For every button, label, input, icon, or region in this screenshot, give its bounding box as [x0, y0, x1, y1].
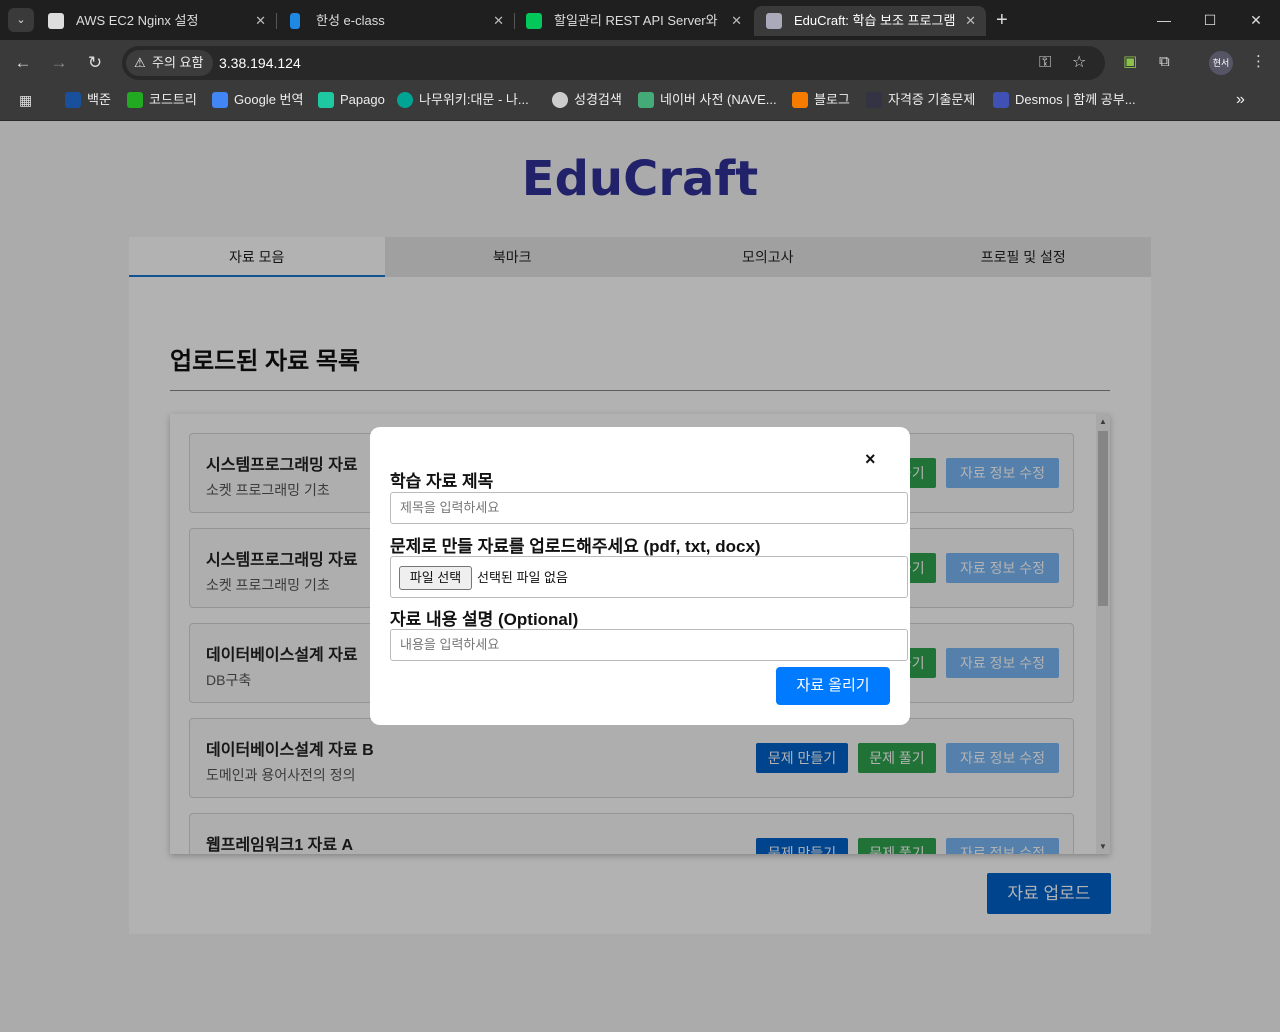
bookmarks-overflow-icon[interactable]: » — [1236, 86, 1245, 114]
naver-blog-favicon-icon — [526, 13, 542, 29]
bookmark-item[interactable]: Google 번역 — [212, 86, 303, 114]
security-warning-chip[interactable]: ⚠ 주의 요함 — [126, 50, 214, 76]
title-input[interactable]: 제목을 입력하세요 — [390, 492, 908, 524]
tab-title: AWS EC2 Nginx 설정 — [76, 13, 199, 28]
reload-icon[interactable]: ↻ — [83, 52, 107, 74]
maximize-icon[interactable]: ☐ — [1195, 8, 1225, 32]
tab-title: 할일관리 REST API Server와 Cl — [554, 13, 722, 28]
close-modal-icon[interactable]: × — [865, 449, 876, 470]
tab-search-chevron-icon[interactable]: ⌄ — [8, 8, 34, 32]
namuwiki-icon — [397, 92, 413, 108]
tab-title: 한성 e-class — [316, 13, 385, 28]
browser-tab-active[interactable]: EduCraft: 학습 보조 프로그램 ✕ — [754, 6, 986, 36]
new-tab-plus-icon[interactable]: + — [996, 8, 1008, 32]
menu-kebab-icon[interactable]: ⋮ — [1251, 52, 1266, 72]
upload-modal: × 학습 자료 제목 제목을 입력하세요 문제로 만들 자료를 업로드해주세요 … — [370, 427, 910, 725]
browser-tab[interactable]: 한성 e-class ✕ — [276, 6, 514, 36]
bookmark-item[interactable]: Papago — [318, 86, 385, 114]
submit-upload-button[interactable]: 자료 올리기 — [776, 667, 890, 705]
bookmark-item[interactable]: 성경검색 — [552, 86, 622, 114]
bookmark-item[interactable]: 네이버 사전 (NAVE... — [638, 86, 777, 114]
apps-grid-icon[interactable]: ▦ — [19, 92, 32, 109]
bookmark-star-icon[interactable]: ☆ — [1072, 53, 1086, 73]
bookmarks-bar: 백준 코드트리 Google 번역 Papago 나무위키:대문 - 나... … — [0, 86, 1280, 121]
codetree-icon — [127, 92, 143, 108]
file-status: 선택된 파일 없음 — [477, 570, 568, 585]
profile-avatar[interactable]: 현서 — [1209, 51, 1233, 75]
baekjoon-icon — [65, 92, 81, 108]
extensions-puzzle-icon[interactable]: ⧉ — [1159, 52, 1170, 72]
close-tab-icon[interactable]: ✕ — [731, 6, 742, 36]
back-arrow-icon[interactable]: ← — [11, 52, 35, 74]
browser-tab[interactable]: 할일관리 REST API Server와 Cl ✕ — [514, 6, 752, 36]
browser-tab[interactable]: AWS EC2 Nginx 설정 ✕ — [36, 6, 276, 36]
choose-file-button[interactable]: 파일 선택 — [399, 566, 472, 590]
password-key-icon[interactable]: ⚿ — [1039, 53, 1051, 73]
description-input[interactable]: 내용을 입력하세요 — [390, 629, 908, 661]
close-tab-icon[interactable]: ✕ — [965, 6, 976, 36]
bookmark-item[interactable]: 자격증 기출문제 — [866, 86, 975, 114]
description-label: 자료 내용 설명 (Optional) — [390, 610, 579, 629]
bookmark-item[interactable]: 백준 — [65, 86, 111, 114]
naver-dict-icon — [638, 92, 654, 108]
browser-tab-strip: ⌄ AWS EC2 Nginx 설정 ✕ 한성 e-class ✕ 할일관리 R… — [0, 0, 1280, 40]
file-input: 파일 선택 선택된 파일 없음 — [390, 556, 908, 598]
desmos-icon — [993, 92, 1009, 108]
bookmark-item[interactable]: 나무위키:대문 - 나... — [397, 86, 529, 114]
browser-toolbar: ← → ↻ ⚠ 주의 요함 3.38.194.124 ⚿ ☆ — [0, 40, 1280, 86]
google-translate-icon — [212, 92, 228, 108]
bookmark-item[interactable]: Desmos | 함께 공부... — [993, 86, 1136, 114]
close-tab-icon[interactable]: ✕ — [255, 6, 266, 36]
bookmark-item[interactable]: 코드트리 — [127, 86, 197, 114]
warning-triangle-icon: ⚠ — [134, 55, 146, 70]
educraft-favicon-icon — [766, 13, 782, 29]
openai-favicon-icon — [48, 13, 64, 29]
title-label: 학습 자료 제목 — [390, 472, 494, 491]
minimize-icon[interactable]: — — [1149, 8, 1179, 32]
papago-icon — [318, 92, 334, 108]
bookmark-item[interactable]: 블로그 — [792, 86, 850, 114]
close-tab-icon[interactable]: ✕ — [493, 6, 504, 36]
window-close-icon[interactable]: ✕ — [1241, 8, 1271, 32]
blogger-icon — [792, 92, 808, 108]
security-label: 주의 요함 — [152, 55, 204, 70]
forward-arrow-icon[interactable]: → — [47, 52, 71, 74]
eclass-favicon-icon — [290, 13, 300, 29]
tab-title: EduCraft: 학습 보조 프로그램 — [794, 13, 956, 28]
address-bar[interactable]: ⚠ 주의 요함 3.38.194.124 ⚿ ☆ — [122, 46, 1105, 80]
globe-icon — [552, 92, 568, 108]
csc-icon — [866, 92, 882, 108]
url-text[interactable]: 3.38.194.124 — [219, 46, 301, 80]
extension-green-icon[interactable]: ▣ — [1123, 52, 1137, 72]
file-label: 문제로 만들 자료를 업로드해주세요 (pdf, txt, docx) — [390, 537, 761, 556]
